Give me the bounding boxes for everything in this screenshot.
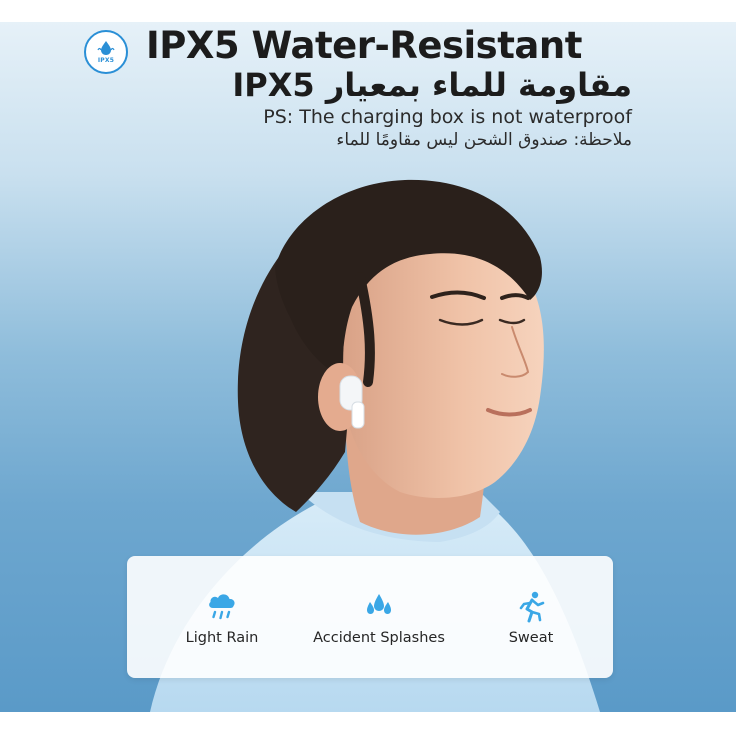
- note-arabic: ملاحظة: صندوق الشحن ليس مقاومًا للماء: [336, 130, 632, 150]
- feature-label: Sweat: [508, 630, 554, 646]
- note-english: PS: The charging box is not waterproof: [263, 106, 632, 128]
- feature-sweat: Sweat: [491, 590, 571, 646]
- running-person-icon: [519, 591, 545, 623]
- feature-label: Accident Splashes: [313, 630, 445, 646]
- feature-card: Light Rain Accident Splashes Sweat: [127, 556, 613, 678]
- product-image: IPX5 IPX5 Water-Resistant مقاومة للماء ب…: [0, 22, 736, 712]
- feature-label: Light Rain: [185, 630, 259, 646]
- badge-label: IPX5: [97, 57, 115, 64]
- water-drop-icon: [97, 41, 115, 55]
- page-title: IPX5 Water-Resistant: [146, 24, 582, 67]
- water-drops-icon: [367, 594, 391, 614]
- rain-cloud-icon: [209, 594, 235, 620]
- feature-light-rain: Light Rain: [167, 590, 277, 646]
- feature-accident-splashes: Accident Splashes: [299, 590, 459, 646]
- ipx5-badge: IPX5: [84, 30, 128, 74]
- page-title-arabic: مقاومة للماء بمعيار IPX5: [232, 66, 632, 104]
